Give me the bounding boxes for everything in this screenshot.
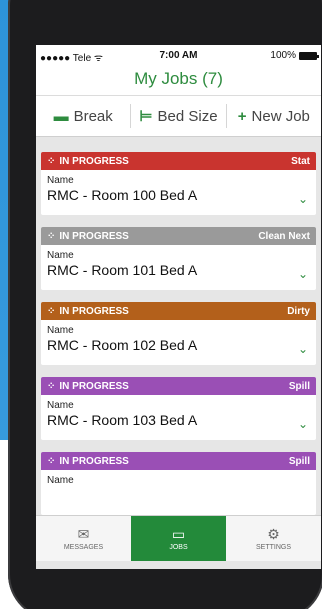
job-status: IN PROGRESS — [59, 380, 129, 392]
gear-icon: ⚙ — [267, 525, 280, 542]
job-card[interactable]: ⁘ IN PROGRESS Spill Name — [41, 452, 316, 515]
chevron-down-icon[interactable]: ⌄ — [298, 417, 308, 431]
job-name: RMC - Room 100 Bed A — [47, 187, 198, 203]
job-status: IN PROGRESS — [59, 305, 129, 317]
tab-settings[interactable]: ⚙ SETTINGS — [226, 516, 321, 561]
break-label: Break — [73, 107, 113, 125]
job-name: RMC - Room 103 Bed A — [47, 412, 198, 428]
job-card[interactable]: ⁘ IN PROGRESS Spill Name RMC - Room 103 B… — [41, 377, 316, 440]
job-tag: Stat — [291, 155, 310, 167]
battery-icon — [299, 51, 319, 60]
job-status: IN PROGRESS — [59, 455, 129, 467]
spinner-icon: ⁘ — [47, 305, 56, 317]
job-name-label: Name — [47, 250, 74, 261]
chevron-down-icon[interactable]: ⌄ — [298, 342, 308, 356]
job-tag: Clean Next — [258, 230, 310, 242]
tab-bar: ✉ MESSAGES ▭ JOBS ⚙ SETTINGS — [36, 515, 321, 561]
status-bar: ●●●●● Tele ᯤ 7:00 AM 100% — [36, 45, 321, 65]
chevron-down-icon[interactable]: ⌄ — [298, 192, 308, 206]
chevron-down-icon[interactable]: ⌄ — [298, 267, 308, 281]
spinner-icon: ⁘ — [47, 230, 56, 242]
job-card-header: ⁘ IN PROGRESS Dirty — [41, 302, 316, 320]
job-card[interactable]: ⁘ IN PROGRESS Clean Next Name RMC - Room … — [41, 227, 316, 290]
toolbar: ▬ Break ⊨ Bed Size + New Job — [36, 95, 321, 137]
job-name-label: Name — [47, 475, 74, 486]
job-name: RMC - Room 101 Bed A — [47, 262, 198, 278]
tab-messages[interactable]: ✉ MESSAGES — [36, 516, 131, 561]
inbox-icon: ▭ — [171, 525, 186, 542]
new-job-label: New Job — [251, 107, 310, 125]
job-card[interactable]: ⁘ IN PROGRESS Dirty Name RMC - Room 102 B… — [41, 302, 316, 365]
bed-size-button[interactable]: ⊨ Bed Size — [130, 104, 225, 128]
job-name: RMC - Room 102 Bed A — [47, 337, 198, 353]
job-tag: Dirty — [287, 305, 310, 317]
tab-jobs[interactable]: ▭ JOBS — [131, 516, 226, 561]
new-job-button[interactable]: + New Job — [225, 104, 321, 128]
battery-indicator: 100% — [270, 50, 319, 61]
cup-icon: ▬ — [53, 107, 69, 125]
job-status: IN PROGRESS — [59, 155, 129, 167]
job-card[interactable]: ⁘ IN PROGRESS Stat Name RMC - Room 100 Be… — [41, 152, 316, 215]
tab-jobs-label: JOBS — [169, 543, 188, 551]
plus-icon: + — [237, 107, 247, 125]
job-card-header: ⁘ IN PROGRESS Clean Next — [41, 227, 316, 245]
job-tag: Spill — [288, 455, 310, 467]
page-title: My Jobs (7) — [36, 65, 321, 95]
job-name-label: Name — [47, 325, 74, 336]
job-card-header: ⁘ IN PROGRESS Stat — [41, 152, 316, 170]
bed-icon: ⊨ — [139, 108, 153, 125]
tab-settings-label: SETTINGS — [255, 543, 291, 551]
job-list[interactable]: ⁘ IN PROGRESS Stat Name RMC - Room 100 Be… — [36, 137, 321, 521]
spinner-icon: ⁘ — [47, 380, 56, 392]
job-tag: Spill — [288, 380, 310, 392]
spinner-icon: ⁘ — [47, 455, 56, 467]
spinner-icon: ⁘ — [47, 155, 56, 167]
envelope-icon: ✉ — [77, 525, 90, 542]
app-screen: ●●●●● Tele ᯤ 7:00 AM 100% My Jobs (7) ▬ … — [36, 45, 321, 569]
job-card-header: ⁘ IN PROGRESS Spill — [41, 452, 316, 470]
job-name-label: Name — [47, 175, 74, 186]
job-card-header: ⁘ IN PROGRESS Spill — [41, 377, 316, 395]
battery-percent: 100% — [270, 50, 296, 61]
tab-messages-label: MESSAGES — [63, 543, 104, 551]
job-status: IN PROGRESS — [59, 230, 129, 242]
job-name-label: Name — [47, 400, 74, 411]
break-button[interactable]: ▬ Break — [36, 104, 130, 128]
bed-size-label: Bed Size — [157, 107, 218, 125]
phone-frame: ●●●●● Tele ᯤ 7:00 AM 100% My Jobs (7) ▬ … — [8, 0, 322, 609]
